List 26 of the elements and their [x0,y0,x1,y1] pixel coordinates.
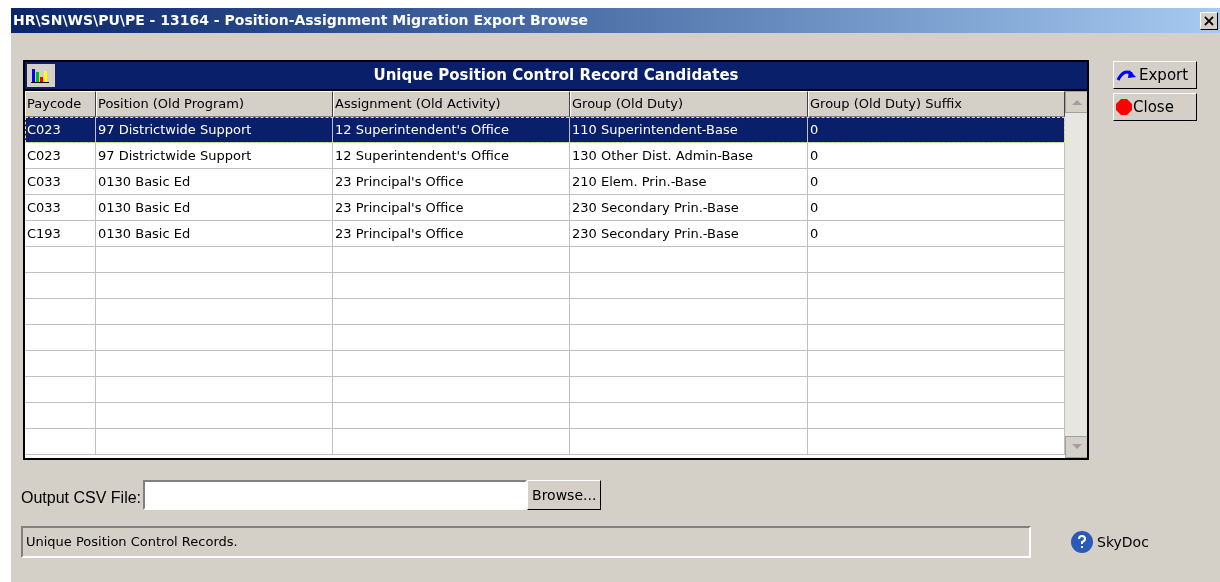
help-link[interactable]: SkyDoc [1071,531,1149,553]
column-header[interactable]: Position (Old Program) [96,91,333,117]
column-header[interactable]: Group (Old Duty) [570,91,808,117]
field-label: Output CSV File: [21,488,142,508]
grid-title: Unique Position Control Record Candidates [373,65,739,87]
table-row[interactable]: C193 0130 Basic Ed 23 Principal's Office 230 Secondary Prin.-Base 0 [25,221,1065,247]
stop-sign-icon [1116,99,1132,115]
bar-chart-icon [27,64,55,87]
close-button[interactable]: × [1200,11,1218,30]
curved-arrow-icon [1116,68,1138,82]
status-bar: Unique Position Control Records. [21,526,1031,558]
scroll-down-arrow-icon[interactable] [1065,436,1087,458]
export-button[interactable]: Export [1113,61,1197,89]
table-row[interactable]: C033 0130 Basic Ed 23 Principal's Office 210 Elem. Prin.-Base 0 [25,169,1065,195]
browse-button[interactable]: Browse... [527,480,602,510]
scroll-up-arrow-icon[interactable] [1065,91,1087,113]
column-header[interactable]: Assignment (Old Activity) [333,91,570,117]
window-title: HR\SN\WS\PU\PE - 13164 - Position-Assignment Migration Export Browse [13,11,589,30]
vertical-scrollbar[interactable] [1065,91,1087,458]
table-row[interactable]: C023 97 Districtwide Support 12 Superintendent's Office 110 Superintendent-Base 0 [25,117,1065,143]
output-file-field[interactable] [143,480,528,510]
table-row[interactable]: C023 97 Districtwide Support 12 Superintendent's Office 130 Other Dist. Admin-Base 0 [25,143,1065,169]
column-header[interactable]: Paycode [25,91,96,117]
help-icon [1071,531,1093,553]
table-row[interactable]: C033 0130 Basic Ed 23 Principal's Office 230 Secondary Prin.-Base 0 [25,195,1065,221]
close-dialog-button[interactable]: Close [1113,93,1197,121]
